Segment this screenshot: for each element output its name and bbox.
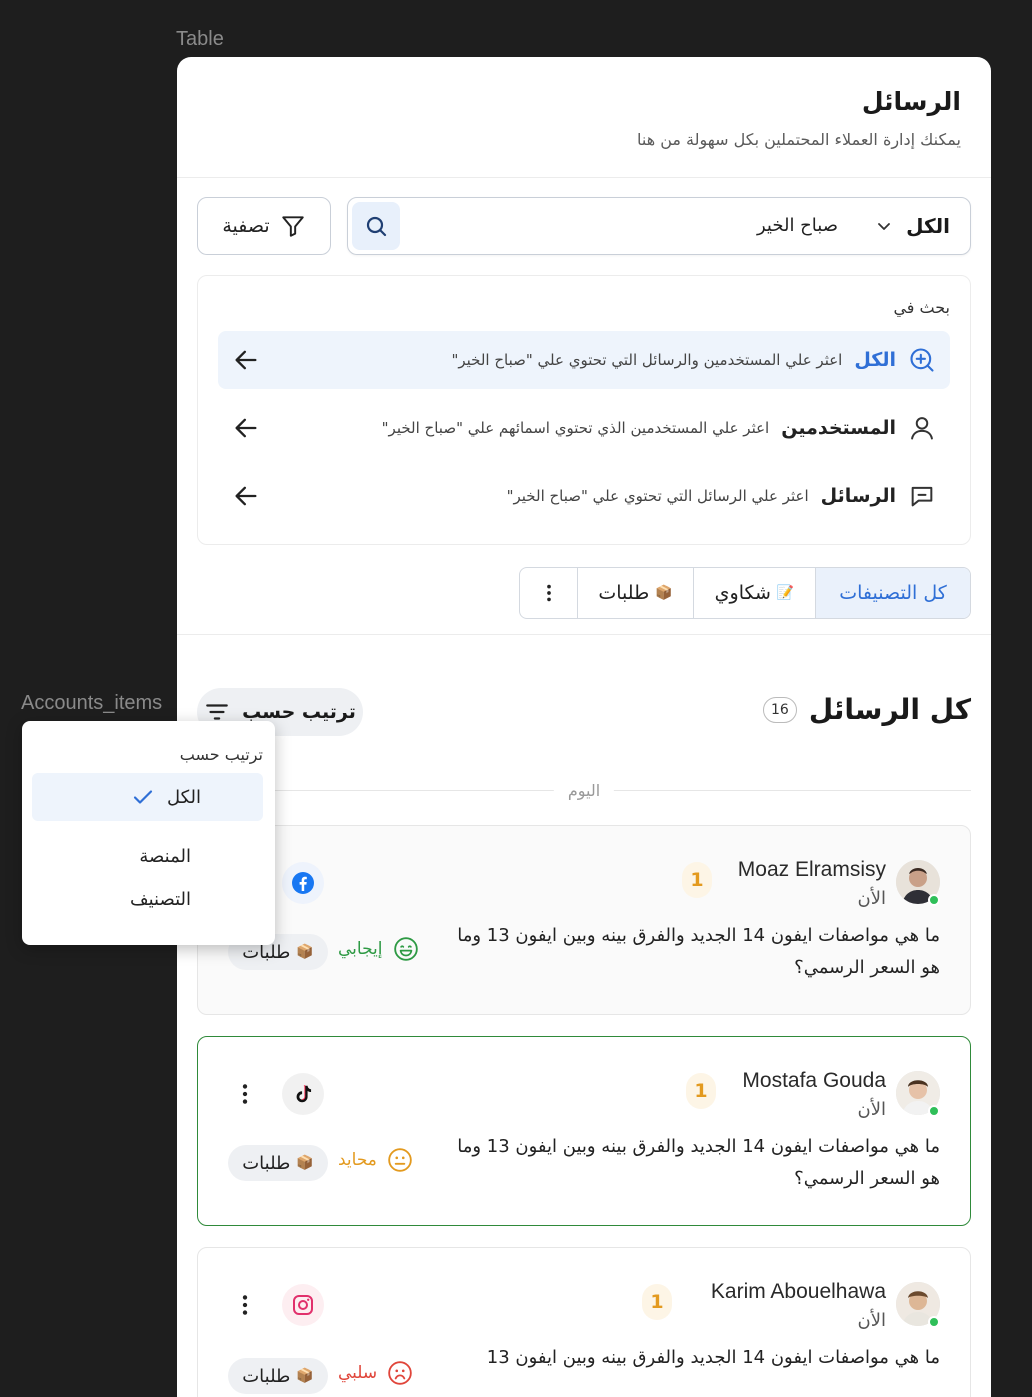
sentiment-label: محايد xyxy=(338,1150,377,1170)
frame-label-table: Table xyxy=(176,28,224,50)
sort-option-all[interactable]: الكل xyxy=(32,773,263,821)
tag-label: طلبات xyxy=(242,1152,291,1174)
arrow-left-icon xyxy=(235,350,257,370)
list-header: كل الرسائل 16 xyxy=(762,693,971,726)
category-tabs: كل التصنيفات 📝 شكاوي 📦 طلبات xyxy=(519,567,971,619)
search-input[interactable]: صباح الخير xyxy=(757,198,838,254)
list-title: كل الرسائل xyxy=(808,693,971,726)
search-box[interactable]: الكل صباح الخير xyxy=(347,197,971,255)
arrow-left-icon xyxy=(235,418,257,438)
day-label: اليوم xyxy=(553,781,615,800)
scope-value: الكل xyxy=(906,214,950,238)
more-options-button[interactable] xyxy=(232,1081,258,1107)
suggestions-heading: بحث في xyxy=(893,298,950,317)
page-header: الرسائل يمكنك إدارة العملاء المحتملين بك… xyxy=(177,57,991,178)
message-card[interactable]: Mostafa Gouda الأن 1 ما هي مواصفات ايفون… xyxy=(197,1036,971,1226)
more-options-button[interactable] xyxy=(232,1292,258,1318)
count-badge: 16 xyxy=(762,696,797,723)
tiktok-icon xyxy=(282,1073,324,1115)
sentiment-label: إيجابي xyxy=(338,939,383,959)
sort-option-platform[interactable]: المنصة xyxy=(32,832,263,880)
search-row: الكل صباح الخير تصفية xyxy=(197,197,971,255)
suggestion-all[interactable]: الكل اعثر علي المستخدمين والرسائل التي ت… xyxy=(218,331,950,389)
message-time: الأن xyxy=(857,1310,887,1331)
contact-name: Moaz Elramsisy xyxy=(737,858,886,881)
page-title: الرسائل xyxy=(861,87,961,116)
tab-label: شكاوي xyxy=(714,582,771,604)
online-indicator xyxy=(928,894,940,906)
message-text: ما هي مواصفات ايفون 14 الجديد والفرق بين… xyxy=(457,925,940,978)
unread-badge: 1 xyxy=(686,1073,716,1109)
frame-label-accounts: Accounts_items xyxy=(21,692,163,714)
package-icon: 📦 xyxy=(296,944,314,960)
option-label: الكل xyxy=(166,786,201,808)
sentiment: إيجابي xyxy=(338,936,419,962)
sentiment: سلبي xyxy=(338,1360,413,1386)
messages-panel: الرسائل يمكنك إدارة العملاء المحتملين بك… xyxy=(177,57,991,1397)
package-icon: 📦 xyxy=(296,1155,314,1171)
suggestion-messages[interactable]: الرسائل اعثر علي الرسائل التي تحتوي علي … xyxy=(218,467,950,525)
smile-icon xyxy=(393,937,418,961)
sort-label: ترتيب حسب xyxy=(242,701,356,723)
page-subtitle: يمكنك إدارة العملاء المحتملين بكل سهولة … xyxy=(636,130,961,149)
check-icon xyxy=(133,790,153,804)
day-separator: اليوم xyxy=(197,781,971,801)
online-indicator xyxy=(928,1105,940,1117)
message-text: ما هي مواصفات ايفون 14 الجديد والفرق بين… xyxy=(486,1347,940,1368)
message-card[interactable]: Moaz Elramsisy الأن 1 ما هي مواصفات ايفو… xyxy=(197,825,971,1015)
tab-requests[interactable]: 📦 طلبات xyxy=(577,568,693,618)
dropdown-heading: ترتيب حسب xyxy=(179,745,263,764)
option-label: المنصة xyxy=(139,845,191,867)
sentiment: محايد xyxy=(338,1147,413,1173)
package-icon: 📦 xyxy=(655,585,673,601)
tab-label: طلبات xyxy=(598,582,650,604)
suggestion-desc: اعثر علي المستخدمين الذي تحتوي اسمائهم ع… xyxy=(381,419,770,437)
more-categories-button[interactable] xyxy=(521,568,577,618)
sort-option-category[interactable]: التصنيف xyxy=(32,875,263,923)
divider xyxy=(177,634,991,635)
category-tag: 📦 طلبات xyxy=(228,1145,328,1181)
message-time: الأن xyxy=(857,888,887,909)
search-suggestions: بحث في الكل اعثر علي المستخدمين والرسائل… xyxy=(197,275,971,545)
sort-dropdown: ترتيب حسب الكل المنصة التصنيف xyxy=(22,721,275,945)
unread-badge: 1 xyxy=(682,862,712,898)
memo-icon: 📝 xyxy=(776,585,795,601)
chevron-down-icon xyxy=(878,223,891,230)
instagram-icon xyxy=(282,1284,324,1326)
suggestion-users[interactable]: المستخدمين اعثر علي المستخدمين الذي تحتو… xyxy=(218,399,950,457)
search-button[interactable] xyxy=(352,202,400,250)
suggestion-label: الرسائل xyxy=(820,485,896,507)
suggestion-desc: اعثر علي المستخدمين والرسائل التي تحتوي … xyxy=(451,351,843,369)
suggestion-label: المستخدمين xyxy=(781,417,896,439)
option-label: التصنيف xyxy=(129,888,191,910)
tab-label: كل التصنيفات xyxy=(839,582,947,604)
search-plus-icon xyxy=(910,348,934,372)
sentiment-label: سلبي xyxy=(338,1363,378,1383)
tab-complaints[interactable]: 📝 شكاوي xyxy=(693,568,815,618)
tab-all-categories[interactable]: كل التصنيفات xyxy=(815,568,970,618)
message-card[interactable]: Karim Abouelhawa الأن 1 ما هي مواصفات اي… xyxy=(197,1247,971,1397)
online-indicator xyxy=(928,1316,940,1328)
search-icon xyxy=(366,216,387,237)
tag-label: طلبات xyxy=(242,1365,291,1387)
neutral-face-icon xyxy=(388,1148,412,1172)
user-icon xyxy=(911,417,933,440)
unread-badge: 1 xyxy=(642,1284,672,1320)
arrow-left-icon xyxy=(235,486,257,506)
message-icon xyxy=(911,486,933,507)
scope-select[interactable]: الكل xyxy=(876,198,950,254)
message-text: ما هي مواصفات ايفون 14 الجديد والفرق بين… xyxy=(457,1136,940,1189)
filter-icon xyxy=(281,216,304,237)
facebook-icon xyxy=(282,862,324,904)
filter-button[interactable]: تصفية xyxy=(197,197,331,255)
sad-face-icon xyxy=(388,1361,412,1385)
filter-label: تصفية xyxy=(222,215,270,237)
suggestion-desc: اعثر علي الرسائل التي تحتوي علي "صباح ال… xyxy=(506,487,809,505)
contact-name: Karim Abouelhawa xyxy=(710,1280,886,1303)
kebab-icon xyxy=(547,584,551,602)
message-time: الأن xyxy=(857,1099,887,1120)
contact-name: Mostafa Gouda xyxy=(742,1069,886,1092)
category-tag: 📦 طلبات xyxy=(228,1358,328,1394)
suggestion-label: الكل xyxy=(854,349,896,371)
